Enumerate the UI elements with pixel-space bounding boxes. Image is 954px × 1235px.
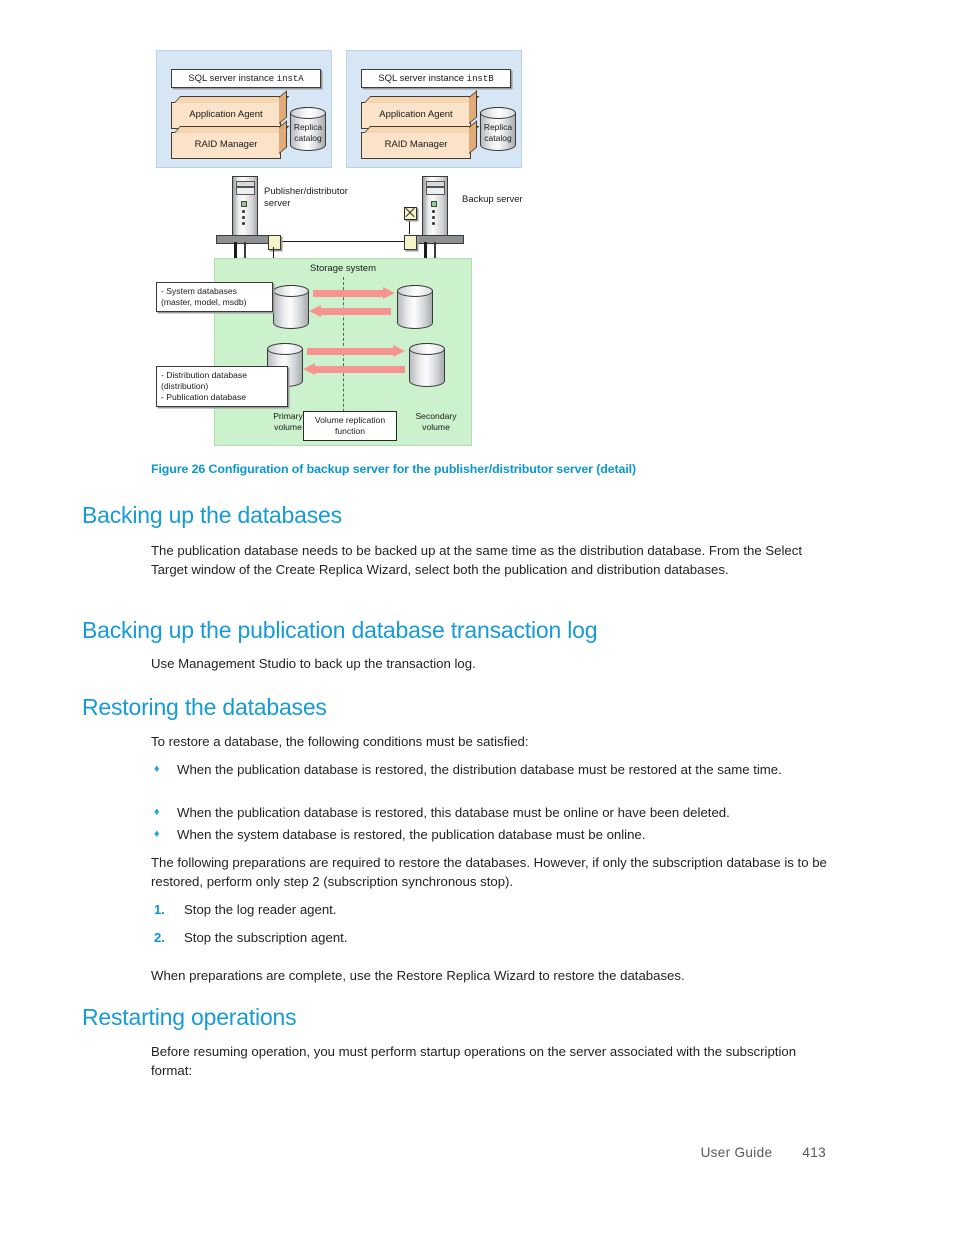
server-dot-icon (432, 222, 435, 225)
footer-document-title: User Guide (700, 1145, 773, 1160)
distribution-publication-db-callout: - Distribution database (distribution) -… (156, 366, 288, 407)
sql-instance-panel-b: SQL server instance instB Application Ag… (346, 50, 522, 168)
paragraph-restore-conditions-intro: To restore a database, the following con… (151, 734, 529, 749)
server-slot-icon (426, 187, 445, 195)
step-marker: 1. (154, 902, 165, 917)
list-item-text: Stop the log reader agent. (184, 902, 337, 917)
volume-replication-function-box: Volume replication function (303, 411, 397, 441)
paragraph-restarting-operations: Before resuming operation, you must perf… (151, 1044, 797, 1079)
cylinder-top-icon (290, 107, 326, 119)
arrow-shaft (321, 308, 391, 315)
heading-backing-up-transaction-log: Backing up the publication database tran… (82, 617, 598, 643)
secondary-distribution-db-cylinder (409, 343, 445, 387)
page-footer: User Guide 413 (701, 1145, 826, 1160)
replication-arrow-right-upper (313, 287, 395, 300)
backup-server-icon (422, 176, 448, 236)
connector-stub-line (409, 218, 411, 234)
sql-instance-title-b: SQL server instance instB (361, 69, 511, 88)
arrow-head-icon (393, 345, 405, 357)
list-item: ♦ When the publication database is resto… (151, 760, 833, 779)
network-link-line (272, 241, 412, 243)
system-databases-callout: - System databases (master, model, msdb) (156, 282, 273, 312)
cylinder-top-icon (397, 285, 433, 297)
list-item-text: When the publication database is restore… (177, 805, 730, 820)
list-item: ♦ When the system database is restored, … (151, 825, 833, 844)
figure-caption: Figure 26 Configuration of backup server… (151, 462, 637, 476)
list-item-text: When the publication database is restore… (177, 762, 782, 777)
replica-catalog-label-b: Replica catalog (483, 122, 513, 143)
server-dot-icon (432, 216, 435, 219)
heading-backing-up-the-databases: Backing up the databases (82, 502, 342, 528)
raid-manager-box-a: RAID Manager (171, 132, 281, 159)
paragraph-restore-preparations: The following preparations are required … (151, 855, 827, 890)
list-item: ♦ When the publication database is resto… (151, 803, 833, 822)
application-agent-box-a: Application Agent (171, 102, 281, 129)
network-connector-right-icon (404, 235, 417, 250)
server-dot-icon (242, 222, 245, 225)
list-item: 2. Stop the subscription agent. (151, 928, 833, 947)
replication-arrow-left-upper (309, 305, 391, 318)
sql-instance-title-prefix-b: SQL server instance (378, 73, 467, 84)
link-blocked-x-icon (404, 207, 417, 220)
storage-system-title: Storage system (310, 263, 376, 274)
server-led-icon (431, 201, 437, 207)
application-agent-box-b: Application Agent (361, 102, 471, 129)
server-slot-icon (236, 187, 255, 195)
paragraph-backing-up-the-databases: The publication database needs to be bac… (151, 543, 802, 578)
arrow-shaft (313, 290, 383, 297)
cylinder-top-icon (273, 285, 309, 297)
figure-diagram: SQL server instance instA Application Ag… (156, 50, 526, 450)
arrow-head-icon (303, 363, 315, 375)
bullet-marker-icon: ♦ (154, 828, 160, 840)
heading-restarting-operations: Restarting operations (82, 1004, 297, 1030)
list-item: 1. Stop the log reader agent. (151, 900, 833, 919)
heading-restoring-the-databases: Restoring the databases (82, 694, 327, 720)
arrow-head-icon (309, 305, 321, 317)
footer-page-number: 413 (802, 1145, 826, 1160)
list-item-text: When the system database is restored, th… (177, 827, 646, 842)
cylinder-top-icon (409, 343, 445, 355)
replica-catalog-cylinder-b: Replica catalog (480, 107, 516, 151)
publisher-distributor-server-label: Publisher/distributor server (264, 186, 348, 209)
sql-instance-name-a: instA (276, 74, 304, 84)
cylinder-top-icon (480, 107, 516, 119)
publisher-distributor-server-icon (232, 176, 258, 236)
replication-arrow-right-lower (307, 345, 405, 358)
sql-instance-name-b: instB (466, 74, 494, 84)
backup-server-label: Backup server (462, 194, 523, 205)
bullet-marker-icon: ♦ (154, 806, 160, 818)
arrow-shaft (307, 348, 393, 355)
secondary-system-db-cylinder (397, 285, 433, 329)
replica-catalog-label-a: Replica catalog (293, 122, 323, 143)
replica-catalog-cylinder-a: Replica catalog (290, 107, 326, 151)
arrow-shaft (315, 366, 405, 373)
arrow-head-icon (383, 287, 395, 299)
server-dot-icon (432, 210, 435, 213)
paragraph-backing-up-transaction-log: Use Management Studio to back up the tra… (151, 656, 476, 671)
raid-manager-box-b: RAID Manager (361, 132, 471, 159)
list-item-text: Stop the subscription agent. (184, 930, 348, 945)
primary-system-db-cylinder (273, 285, 309, 329)
server-led-icon (241, 201, 247, 207)
step-marker: 2. (154, 930, 165, 945)
sql-instance-panel-a: SQL server instance instA Application Ag… (156, 50, 332, 168)
sql-instance-title-a: SQL server instance instA (171, 69, 321, 88)
server-dot-icon (242, 216, 245, 219)
bullet-marker-icon: ♦ (154, 763, 160, 775)
secondary-volume-label: Secondary volume (415, 411, 457, 432)
server-dot-icon (242, 210, 245, 213)
paragraph-restore-closing: When preparations are complete, use the … (151, 968, 685, 983)
cylinder-top-icon (267, 343, 303, 355)
network-connector-left-icon (268, 235, 281, 250)
replication-arrow-left-lower (303, 363, 405, 376)
sql-instance-title-prefix-a: SQL server instance (188, 73, 277, 84)
